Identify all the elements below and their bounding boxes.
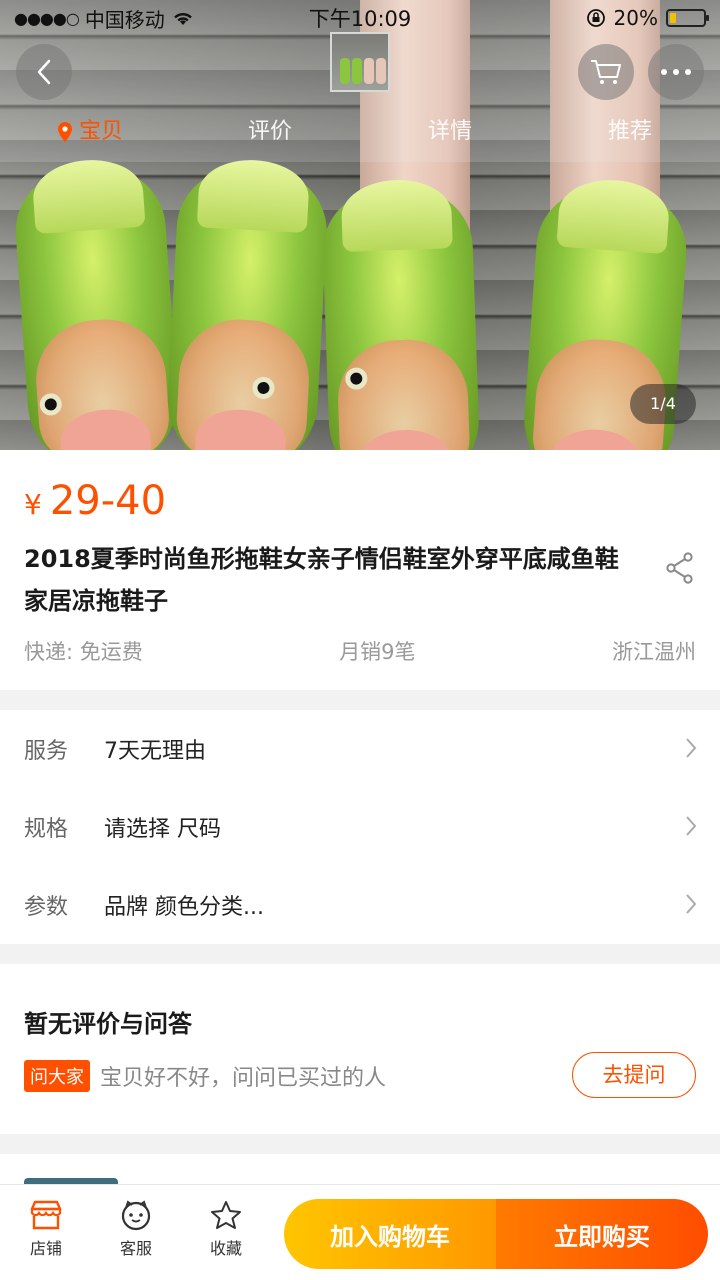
monthly-sales: 月销9笔 — [339, 640, 416, 664]
customer-service-label: 客服 — [119, 1239, 152, 1258]
chevron-right-icon — [686, 894, 697, 914]
qa-prompt: 宝贝好不好，问问已买过的人 — [100, 1066, 387, 1091]
star-icon — [211, 1201, 241, 1229]
shop-button[interactable]: 店铺 — [6, 1199, 86, 1259]
share-button[interactable] — [666, 552, 694, 588]
cart-button[interactable] — [578, 44, 634, 100]
back-button[interactable] — [16, 44, 72, 100]
fish-slipper-2 — [164, 157, 330, 450]
ask-question-button[interactable]: 去提问 — [572, 1052, 696, 1098]
wifi-icon — [173, 13, 192, 25]
battery-icon — [666, 9, 709, 27]
ship-location: 浙江温州 — [611, 640, 696, 664]
tab-recommend-label: 推荐 — [607, 119, 652, 144]
section-tabs: 宝贝 评价 详情 推荐 — [0, 106, 720, 158]
qa-title: 暂无评价与问答 — [24, 1010, 192, 1038]
battery-percent: 20% — [613, 6, 658, 30]
tab-details[interactable]: 详情 — [360, 106, 540, 158]
qa-section: 暂无评价与问答 问大家 宝贝好不好，问问已买过的人 去提问 — [0, 964, 720, 1134]
chevron-right-icon — [686, 738, 697, 758]
shopping-cart-icon — [591, 60, 621, 84]
image-thumbnail[interactable] — [330, 32, 390, 92]
customer-service-button[interactable]: 客服 — [96, 1199, 176, 1259]
favorite-button[interactable]: 收藏 — [186, 1199, 266, 1259]
product-info: ¥ 29-40 2018夏季时尚鱼形拖鞋女亲子情侣鞋室外穿平底咸鱼鞋家居凉拖鞋子… — [0, 450, 720, 690]
signal-strength-icon: ●●●●○ — [14, 8, 80, 28]
more-button[interactable] — [648, 44, 704, 100]
status-bar: ●●●●○ 中国移动 下午10:09 20% — [0, 0, 720, 36]
chevron-left-icon — [37, 59, 51, 85]
params-row[interactable]: 参数 品牌 颜色分类... — [0, 866, 720, 944]
buy-now-button[interactable]: 立即购买 — [496, 1199, 708, 1269]
spec-label: 规格 — [24, 817, 69, 842]
add-to-cart-button[interactable]: 加入购物车 — [284, 1199, 496, 1269]
carrier-name: 中国移动 — [84, 7, 165, 32]
price-range: 29-40 — [49, 478, 167, 524]
tab-details-label: 详情 — [427, 119, 472, 144]
fish-slipper-3 — [320, 178, 482, 450]
favorite-label: 收藏 — [209, 1239, 242, 1258]
price: ¥ 29-40 — [24, 478, 166, 524]
ask-everyone-tag: 问大家 — [24, 1060, 90, 1092]
shop-label: 店铺 — [29, 1239, 62, 1258]
bottom-action-bar: 店铺 客服 收藏 加入购物车 立即购买 — [0, 1184, 720, 1280]
params-label: 参数 — [24, 895, 69, 920]
tab-recommend[interactable]: 推荐 — [540, 106, 720, 158]
params-value: 品牌 颜色分类... — [104, 895, 264, 920]
product-meta: 快递: 免运费 月销9笔 浙江温州 — [24, 636, 696, 666]
spec-row[interactable]: 规格 请选择 尺码 — [0, 788, 720, 866]
rotation-lock-icon — [586, 9, 605, 27]
image-counter: 1/4 — [630, 384, 696, 424]
spec-value: 请选择 尺码 — [104, 817, 221, 842]
tab-reviews-label: 评价 — [247, 119, 292, 144]
tab-item[interactable]: 宝贝 — [0, 106, 180, 158]
customer-service-icon — [121, 1200, 151, 1231]
qa-prompt-line: 问大家 宝贝好不好，问问已买过的人 — [24, 1060, 386, 1092]
product-title: 2018夏季时尚鱼形拖鞋女亲子情侣鞋室外穿平底咸鱼鞋家居凉拖鞋子 — [24, 545, 619, 615]
options-section: 服务 7天无理由 规格 请选择 尺码 参数 品牌 颜色分类... — [0, 710, 720, 944]
service-label: 服务 — [24, 739, 69, 764]
tab-item-label: 宝贝 — [78, 119, 123, 144]
fish-slipper-1 — [11, 156, 183, 450]
shipping-info: 快递: 免运费 — [24, 640, 143, 664]
location-pin-icon — [57, 122, 72, 142]
more-dots-icon — [661, 69, 691, 75]
shop-icon — [30, 1200, 62, 1230]
service-row[interactable]: 服务 7天无理由 — [0, 710, 720, 788]
chevron-right-icon — [686, 816, 697, 836]
currency-symbol: ¥ — [24, 488, 42, 521]
share-icon — [666, 552, 693, 584]
tab-reviews[interactable]: 评价 — [180, 106, 360, 158]
service-value: 7天无理由 — [104, 739, 206, 764]
